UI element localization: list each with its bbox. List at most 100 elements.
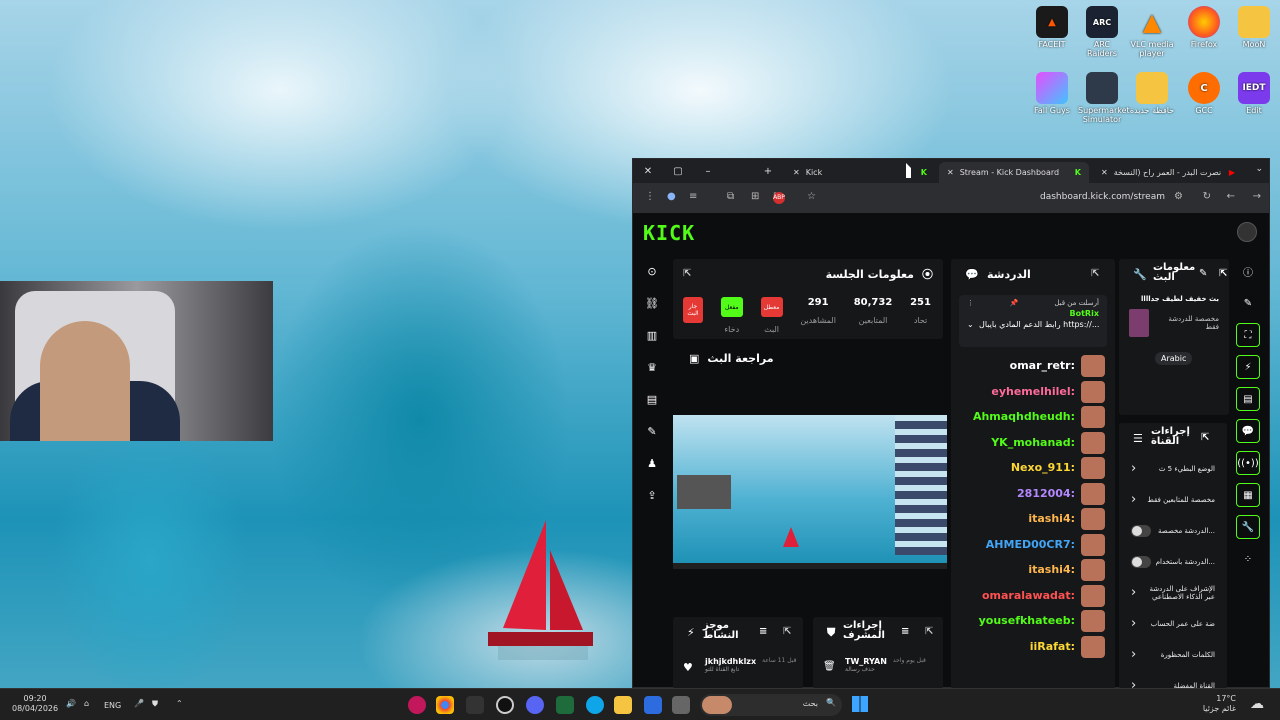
chat-username[interactable]: AHMED00CR7: (986, 538, 1075, 551)
chevron-right-icon[interactable]: › (1131, 647, 1136, 662)
site-settings-icon[interactable]: ⚙ (1174, 191, 1183, 202)
popout-icon[interactable]: ⇱ (683, 268, 691, 279)
mod-action-user[interactable]: TW_RYAN (845, 657, 887, 666)
info-icon[interactable]: ⓘ (1236, 259, 1260, 283)
filter-icon[interactable]: ≡ (759, 626, 767, 637)
edge-icon[interactable] (586, 696, 604, 714)
close-tab-icon[interactable]: ✕ (793, 168, 800, 177)
network-icon[interactable]: ⌂ (84, 699, 89, 708)
filter-icon[interactable]: ≡ (901, 626, 909, 637)
desktop-icon-supermarket[interactable]: Supermarket Simulator (1078, 72, 1130, 124)
obs-icon[interactable] (496, 696, 514, 714)
start-icon[interactable] (852, 696, 868, 712)
channel-action-item[interactable]: الدردشة مخصصة... (1119, 515, 1227, 546)
chat-username[interactable]: omar_retr: (1010, 359, 1075, 372)
channel-action-item[interactable]: › الكلمات المحظورة (1119, 639, 1227, 670)
channel-action-item[interactable]: › ضة على عمر الحساب (1119, 608, 1227, 639)
chevron-right-icon[interactable]: › (1131, 585, 1136, 600)
channel-action-item[interactable]: › مخصصة للمتابعين فقط (1119, 484, 1227, 515)
store-icon[interactable] (644, 696, 662, 714)
desktop-icon-vlc[interactable]: ▲ VLC media player (1128, 6, 1176, 59)
analytics-icon[interactable]: ▥ (637, 319, 667, 351)
edit-icon[interactable]: ✎ (1236, 291, 1260, 315)
channel-action-item[interactable]: الدردشة باستخدام... (1119, 546, 1227, 577)
desktop-icon-new-folder[interactable]: حافظة جديدة (1128, 72, 1176, 115)
language-badge[interactable]: Arabic (1155, 352, 1193, 365)
toggle-switch[interactable] (1131, 524, 1152, 537)
wrench-icon[interactable]: ✎ (637, 415, 667, 447)
desktop-icon-edit[interactable]: IEDT Edit (1230, 72, 1278, 115)
desktop-icon-firefox[interactable]: Firefox (1180, 6, 1228, 49)
volume-icon[interactable]: 🔊 (66, 699, 76, 708)
upload-icon[interactable]: ⇪ (637, 479, 667, 511)
chat-username[interactable]: iiRafat: (1030, 640, 1075, 653)
screen-capture-icon[interactable]: ⛶ (1236, 323, 1260, 347)
channel-action-item[interactable]: › الوضع البطيء 5 ث (1119, 453, 1227, 484)
extension-icon[interactable]: ⊞ (751, 191, 759, 202)
notes-icon[interactable]: ▤ (1236, 387, 1260, 411)
shield-icon[interactable]: ⛊ (152, 699, 158, 709)
extensions-icon[interactable]: ⧉ (727, 191, 734, 202)
url-text[interactable]: dashboard.kick.com/stream (1040, 192, 1165, 202)
chat-icon[interactable]: 💬 (1236, 419, 1260, 443)
weather-widget[interactable]: 17°C غائم جزئيا (1203, 694, 1236, 714)
enabled-button[interactable]: مفعل (720, 297, 743, 317)
close-window-icon[interactable]: ✕ (633, 166, 663, 177)
trophy-icon[interactable]: ♛ (637, 351, 667, 383)
popout-icon[interactable]: ⇱ (783, 626, 791, 637)
minimize-icon[interactable]: – (693, 166, 723, 177)
kick-logo[interactable]: KICK (643, 221, 695, 245)
lightning-icon[interactable]: ⚡ (1236, 355, 1260, 379)
reload-icon[interactable]: ↻ (1203, 191, 1211, 202)
bookmark-star-icon[interactable]: ☆ (807, 191, 816, 202)
broadcast-icon[interactable]: ((•)) (1236, 451, 1260, 475)
desktop-icon-gcc[interactable]: C GCC (1180, 72, 1228, 115)
mic-icon[interactable]: 🎤 (134, 699, 144, 708)
new-tab-icon[interactable]: + (753, 166, 783, 177)
popout-icon[interactable]: ⇱ (925, 626, 933, 637)
close-tab-icon[interactable]: ✕ (947, 168, 954, 177)
file-explorer-icon[interactable] (614, 696, 632, 714)
toggle-switch[interactable] (1131, 555, 1152, 568)
tab-youtube[interactable]: ✕ نصرت البدر - العمر راح (النسخة ▶ (1093, 162, 1243, 183)
chat-username[interactable]: itashi4: (1028, 563, 1075, 576)
forward-icon[interactable]: → (1253, 191, 1261, 202)
adblock-icon[interactable]: ABP (773, 192, 785, 204)
chevron-down-icon[interactable]: ⌄ (967, 320, 974, 329)
pinned-user[interactable]: BotRix (967, 309, 1099, 318)
app-icon[interactable] (408, 696, 426, 714)
channel-action-item[interactable]: › الإشراف على الدردشة عبر الذكاء الاصطناع… (1119, 577, 1227, 608)
chevron-right-icon[interactable]: › (1131, 616, 1136, 631)
category-thumbnail[interactable] (1129, 309, 1149, 337)
tab-list-icon[interactable]: ⌄ (1255, 164, 1263, 174)
chat-username[interactable]: eyhemelhilel: (991, 385, 1075, 398)
user-avatar[interactable] (1237, 222, 1257, 242)
terminal-icon[interactable] (466, 696, 484, 714)
clock[interactable]: 09:20 08/04/2026 (12, 694, 58, 714)
app-icon[interactable] (672, 696, 690, 714)
stream-preview-video[interactable] (673, 415, 947, 569)
popout-icon[interactable]: ⇱ (1201, 432, 1209, 443)
users-icon[interactable]: ♟ (637, 447, 667, 479)
tab-kick-dashboard[interactable]: ✕ Stream - Kick Dashboard K (939, 162, 1089, 183)
video-icon[interactable]: ▤ (637, 383, 667, 415)
edit-icon[interactable]: ✎ (1199, 268, 1207, 279)
desktop-icon-moon[interactable]: MooN (1230, 6, 1278, 49)
live-icon[interactable]: ⊙ (637, 255, 667, 287)
chevron-right-icon[interactable]: › (1131, 492, 1136, 507)
search-box[interactable]: بحث 🔍 (700, 694, 842, 716)
menu-icon[interactable]: ⋮ (645, 191, 655, 202)
language-indicator[interactable]: ENG (104, 701, 121, 710)
chat-username[interactable]: Nexo_911: (1011, 461, 1075, 474)
link-icon[interactable]: ⛓ (637, 287, 667, 319)
kebab-icon[interactable]: ⋮ (967, 299, 974, 307)
tab-kick[interactable]: ✕ Kick K (785, 162, 935, 183)
chat-username[interactable]: yousefkhateeb: (979, 614, 1075, 627)
wrench-icon[interactable]: 🔧 (1236, 515, 1260, 539)
app-icon[interactable] (556, 696, 574, 714)
activity-user[interactable]: jkhjkdhklzx (705, 657, 756, 666)
live-status-button[interactable]: جار البث (683, 297, 703, 323)
chat-username[interactable]: 2812004: (1017, 487, 1075, 500)
maximize-icon[interactable]: ▢ (663, 166, 693, 177)
chat-username[interactable]: Ahmaqhdheudh: (973, 410, 1075, 423)
